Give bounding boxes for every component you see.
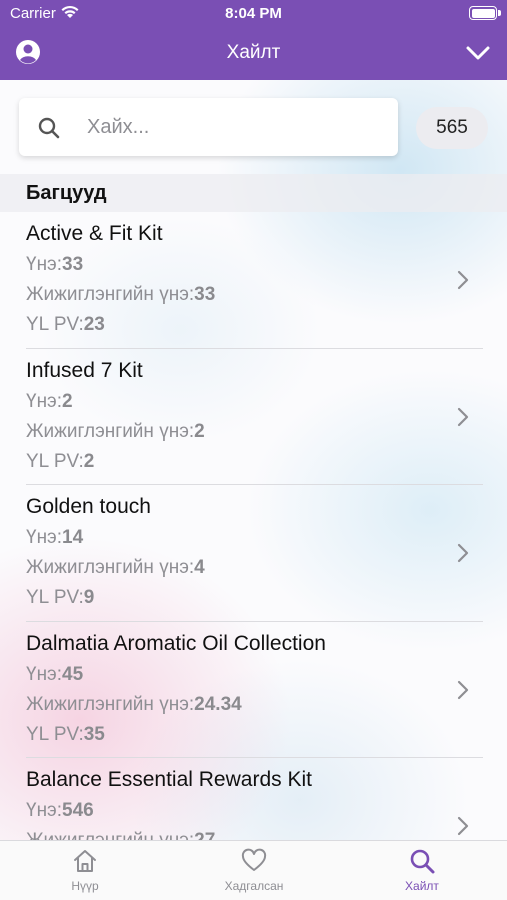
item-retail-price: Жижиглэнгийн үнэ:2 (26, 420, 205, 442)
item-pv: YL PV:9 (26, 587, 95, 608)
tab-label: Нүүр (71, 879, 99, 893)
chevron-down-icon[interactable] (465, 42, 491, 64)
tab-search[interactable]: Хайлт (362, 847, 482, 899)
status-time: 8:04 PM (225, 5, 282, 22)
item-retail-price: Жижиглэнгийн үнэ:27 (26, 830, 215, 840)
chevron-right-icon (457, 270, 469, 290)
item-name: Golden touch (26, 495, 151, 518)
product-list: Active & Fit Kit Үнэ:33 Жижиглэнгийн үнэ… (0, 212, 507, 840)
tab-home[interactable]: Нүүр (25, 847, 145, 899)
tab-saved[interactable]: Хадгалсан (194, 847, 314, 899)
item-price: Үнэ:45 (26, 663, 84, 685)
item-pv: YL PV:35 (26, 723, 105, 745)
page-title: Хайлт (226, 42, 281, 63)
list-item[interactable]: Golden touch Үнэ:14 Жижиглэнгийн үнэ:4 Y… (0, 485, 507, 622)
search-input[interactable] (87, 110, 377, 144)
item-retail-price: Жижиглэнгийн үнэ:33 (26, 284, 216, 305)
item-pv: YL PV:2 (26, 450, 95, 472)
chevron-right-icon (457, 407, 469, 426)
nav-bar: Хайлт (0, 28, 507, 80)
item-pv: YL PV:23 (26, 314, 105, 335)
item-retail-price: Жижиглэнгийн үнэ:4 (26, 557, 205, 578)
tab-bar: Нүүр Хадгалсан Хайлт (0, 840, 507, 900)
item-price: Үнэ:33 (26, 254, 84, 275)
item-price: Үнэ:546 (26, 800, 94, 821)
chevron-right-icon (457, 680, 469, 699)
tab-label: Хадгалсан (224, 879, 284, 893)
chevron-right-icon (457, 816, 469, 836)
list-item[interactable]: Dalmatia Aromatic Oil Collection Үнэ:45 … (0, 622, 507, 758)
item-name: Dalmatia Aromatic Oil Collection (26, 631, 326, 655)
home-icon (74, 850, 96, 872)
item-name: Balance Essential Rewards Kit (26, 768, 312, 791)
item-price: Үнэ:14 (26, 527, 84, 548)
result-count-badge: 565 (416, 107, 488, 149)
status-bar: Carrier 8:04 PM (0, 0, 507, 28)
list-item[interactable]: Active & Fit Kit Үнэ:33 Жижиглэнгийн үнэ… (0, 212, 507, 349)
search-icon (410, 849, 435, 874)
item-retail-price: Жижиглэнгийн үнэ:24.34 (26, 693, 242, 715)
item-name: Active & Fit Kit (26, 222, 163, 245)
chevron-right-icon (457, 543, 469, 563)
list-item[interactable]: Balance Essential Rewards Kit Үнэ:546 Жи… (0, 758, 507, 840)
item-price: Үнэ:2 (26, 390, 73, 412)
content-area: 565 Багцууд Active & Fit Kit Үнэ:33 Жижи… (0, 80, 507, 840)
search-icon (38, 117, 60, 139)
search-box[interactable] (19, 98, 398, 156)
section-header: Багцууд (0, 174, 507, 212)
list-item[interactable]: Infused 7 Kit Үнэ:2 Жижиглэнгийн үнэ:2 Y… (0, 349, 507, 485)
item-name: Infused 7 Kit (26, 358, 143, 382)
tab-label: Хайлт (405, 879, 439, 893)
heart-icon (241, 848, 267, 871)
battery-icon (469, 6, 501, 20)
